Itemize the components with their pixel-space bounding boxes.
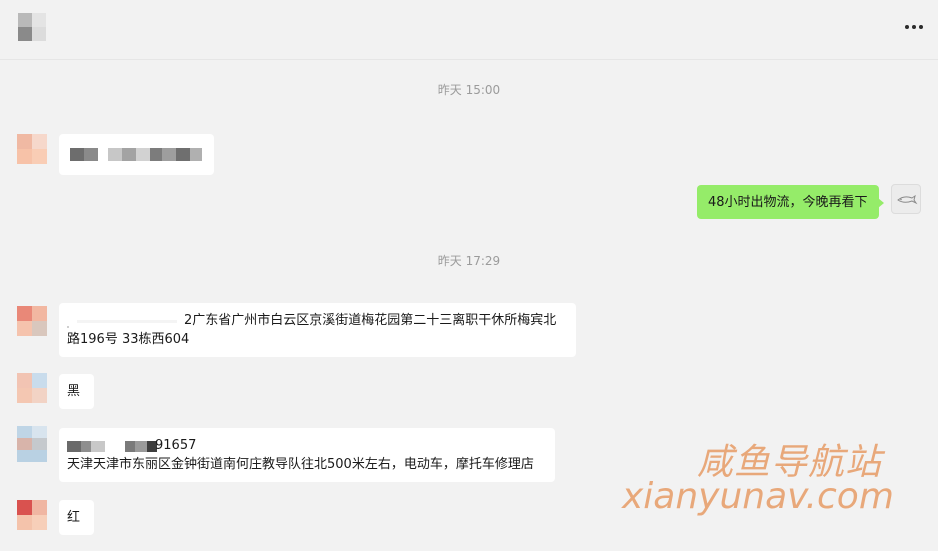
more-horizontal-icon xyxy=(905,25,909,29)
fish-avatar-icon xyxy=(897,194,918,205)
header-divider xyxy=(0,59,938,60)
address-message-bubble[interactable]: 2广东省广州市白云区京溪街道梅花园第二十三离职干休所梅宾北 路196号 33栋西… xyxy=(59,303,576,357)
contact-avatar[interactable] xyxy=(17,426,47,462)
message-text: 红 xyxy=(67,510,81,525)
address-message-bubble[interactable]: 91657 天津天津市东丽区金钟街道南何庄教导队往北500米左右，电动车，摩托车… xyxy=(59,428,555,482)
pixelated-message-bubble[interactable] xyxy=(59,134,214,175)
contact-avatar[interactable] xyxy=(17,306,47,336)
address-line-2: 路196号 33栋西604 xyxy=(67,332,190,347)
contact-avatar[interactable] xyxy=(17,373,47,403)
self-avatar[interactable] xyxy=(891,184,921,214)
text-message-bubble[interactable]: 红 xyxy=(59,500,94,535)
more-options-button[interactable] xyxy=(902,17,926,37)
phone-number-tail: 91657 xyxy=(155,438,197,453)
timestamp: 昨天 15:00 xyxy=(437,83,501,97)
contact-avatar[interactable] xyxy=(17,500,47,530)
watermark-url: xianyunav.com xyxy=(622,476,894,517)
text-message-bubble[interactable]: 黑 xyxy=(59,374,94,409)
timestamp: 昨天 17:29 xyxy=(437,254,501,268)
address-line-2: 天津天津市东丽区金钟街道南何庄教导队往北500米左右，电动车，摩托车修理店 xyxy=(67,457,534,472)
sent-message-text: 48小时出物流，今晚再看下 xyxy=(708,195,868,210)
message-text: 黑 xyxy=(67,384,81,399)
address-line-1: 2广东省广州市白云区京溪街道梅花园第二十三离职干休所梅宾北 xyxy=(184,313,557,328)
chat-header-avatar[interactable] xyxy=(18,13,46,41)
sent-message-bubble[interactable]: 48小时出物流，今晚再看下 xyxy=(697,185,884,219)
contact-avatar[interactable] xyxy=(17,134,47,164)
